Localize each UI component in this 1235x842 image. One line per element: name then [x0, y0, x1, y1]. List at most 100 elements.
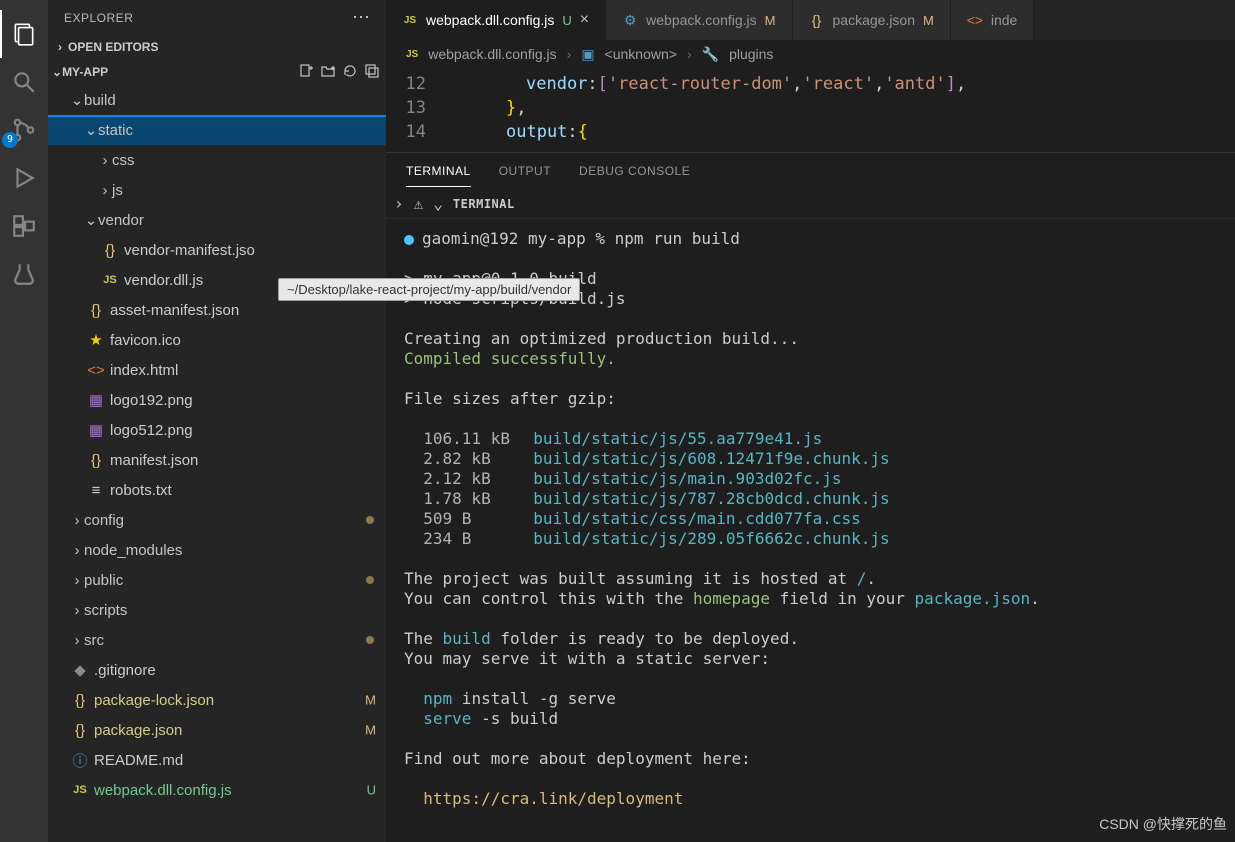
activity-explorer-icon[interactable]: [0, 10, 48, 58]
new-file-icon[interactable]: [298, 63, 314, 82]
chevron-right-icon: ›: [70, 602, 84, 619]
watermark: CSDN @快撑死的鱼: [1099, 814, 1227, 834]
tab-index[interactable]: <> inde: [951, 0, 1034, 40]
panel-tab-output[interactable]: OUTPUT: [499, 156, 551, 186]
source-control-badge: 9: [2, 132, 18, 148]
project-section[interactable]: ⌄ MY-APP: [48, 59, 386, 85]
code-editor[interactable]: 12 vendor : [ 'react-router-dom' , 'reac…: [386, 68, 1235, 152]
chevron-down-icon: ⌄: [84, 211, 98, 229]
folder-vendor[interactable]: ⌄vendor: [48, 205, 386, 235]
star-icon: ★: [86, 331, 106, 349]
folder-css[interactable]: ›css: [48, 145, 386, 175]
untracked-status: U: [367, 783, 376, 798]
folder-public[interactable]: ›public: [48, 565, 386, 595]
js-icon: JS: [100, 274, 120, 286]
folder-js[interactable]: ›js: [48, 175, 386, 205]
folder-node-modules[interactable]: ›node_modules: [48, 535, 386, 565]
modified-dot-icon: [366, 576, 374, 584]
file-index-html[interactable]: <>index.html: [48, 355, 386, 385]
chevron-down-icon: ⌄: [84, 121, 98, 139]
modified-dot-icon: [366, 636, 374, 644]
tab-package-json[interactable]: {} package.json M: [793, 0, 951, 40]
html-icon: <>: [86, 362, 106, 379]
chevron-right-icon: ›: [70, 632, 84, 649]
chevron-right-icon: ›: [70, 542, 84, 559]
sidebar-title: EXPLORER: [64, 11, 133, 25]
collapse-all-icon[interactable]: [364, 63, 380, 82]
panel-tab-debug[interactable]: DEBUG CONSOLE: [579, 156, 690, 186]
breadcrumb[interactable]: JS webpack.dll.config.js › ▣ <unknown> ›…: [386, 40, 1235, 68]
refresh-icon[interactable]: [342, 63, 358, 82]
activity-extensions-icon[interactable]: [0, 202, 48, 250]
file-logo192[interactable]: ▦logo192.png: [48, 385, 386, 415]
file-favicon[interactable]: ★favicon.ico: [48, 325, 386, 355]
folder-scripts[interactable]: ›scripts: [48, 595, 386, 625]
chevron-down-icon: ⌄: [70, 91, 84, 109]
json-icon: {}: [70, 692, 90, 709]
activity-source-control-icon[interactable]: 9: [0, 106, 48, 154]
file-tree: ⌄build ⌄static ›css ›js ⌄vendor {}vendor…: [48, 85, 386, 842]
html-icon: <>: [967, 12, 983, 28]
chevron-right-icon[interactable]: ›: [394, 194, 404, 213]
chevron-right-icon: ›: [567, 46, 572, 62]
chevron-right-icon: ›: [70, 512, 84, 529]
chevron-down-icon: ⌄: [52, 65, 62, 79]
folder-build[interactable]: ⌄build: [48, 85, 386, 115]
file-logo512[interactable]: ▦logo512.png: [48, 415, 386, 445]
chevron-right-icon: ›: [98, 182, 112, 199]
panel-tab-terminal[interactable]: TERMINAL: [406, 156, 471, 187]
js-icon: JS: [406, 49, 418, 60]
open-editors-section[interactable]: › OPEN EDITORS: [48, 35, 386, 59]
terminal[interactable]: gaomin@192 my-app % npm run build > my-a…: [386, 219, 1235, 842]
file-package-json[interactable]: {}package.jsonM: [48, 715, 386, 745]
json-icon: {}: [70, 722, 90, 739]
activity-bar: 9: [0, 0, 48, 842]
symbol-module-icon: ▣: [581, 46, 594, 63]
bottom-panel: TERMINAL OUTPUT DEBUG CONSOLE › ⚠ ⌄ TERM…: [386, 152, 1235, 842]
text-icon: ≡: [86, 482, 106, 499]
modified-dot-icon: [366, 516, 374, 524]
symbol-property-icon: 🔧: [702, 46, 719, 63]
activity-testing-icon[interactable]: [0, 250, 48, 298]
image-icon: ▦: [86, 391, 106, 409]
folder-static[interactable]: ⌄static: [48, 115, 386, 145]
editor-tabs: JS webpack.dll.config.js U × ⚙ webpack.c…: [386, 0, 1235, 40]
sidebar-header: EXPLORER ⋯: [48, 0, 386, 35]
chevron-right-icon: ›: [687, 46, 692, 62]
tab-webpack-config[interactable]: ⚙ webpack.config.js M: [606, 0, 792, 40]
warning-icon[interactable]: ⚠: [414, 194, 424, 213]
file-gitignore[interactable]: ◆.gitignore: [48, 655, 386, 685]
modified-status: M: [365, 693, 376, 708]
panel-tabs: TERMINAL OUTPUT DEBUG CONSOLE: [386, 153, 1235, 189]
chevron-right-icon: ›: [70, 572, 84, 589]
file-package-lock[interactable]: {}package-lock.jsonM: [48, 685, 386, 715]
modified-status: M: [365, 723, 376, 738]
js-icon: JS: [70, 784, 90, 796]
panel-sub-header: › ⚠ ⌄ TERMINAL: [386, 189, 1235, 219]
chevron-right-icon: ›: [98, 152, 112, 169]
chevron-down-icon[interactable]: ⌄: [433, 194, 443, 213]
json-icon: {}: [86, 302, 106, 319]
activity-search-icon[interactable]: [0, 58, 48, 106]
file-vendor-manifest[interactable]: {}vendor-manifest.jso: [48, 235, 386, 265]
sidebar-more-icon[interactable]: ⋯: [352, 7, 370, 28]
tab-webpack-dll[interactable]: JS webpack.dll.config.js U ×: [386, 0, 606, 40]
js-icon: JS: [402, 15, 418, 26]
new-folder-icon[interactable]: [320, 63, 336, 82]
file-robots[interactable]: ≡robots.txt: [48, 475, 386, 505]
json-icon: {}: [86, 452, 106, 469]
file-readme[interactable]: ⓘREADME.md: [48, 745, 386, 775]
folder-src[interactable]: ›src: [48, 625, 386, 655]
path-tooltip: ~/Desktop/lake-react-project/my-app/buil…: [278, 278, 580, 301]
git-icon: ◆: [70, 661, 90, 679]
gear-icon: ⚙: [622, 12, 638, 29]
editor-area: JS webpack.dll.config.js U × ⚙ webpack.c…: [386, 0, 1235, 842]
folder-config[interactable]: ›config: [48, 505, 386, 535]
close-icon[interactable]: ×: [580, 11, 589, 29]
explorer-sidebar: EXPLORER ⋯ › OPEN EDITORS ⌄ MY-APP ⌄buil…: [48, 0, 386, 842]
file-manifest[interactable]: {}manifest.json: [48, 445, 386, 475]
json-icon: {}: [100, 242, 120, 259]
file-webpack-dll[interactable]: JSwebpack.dll.config.jsU: [48, 775, 386, 805]
activity-run-debug-icon[interactable]: [0, 154, 48, 202]
prompt-dot-icon: [404, 235, 414, 245]
